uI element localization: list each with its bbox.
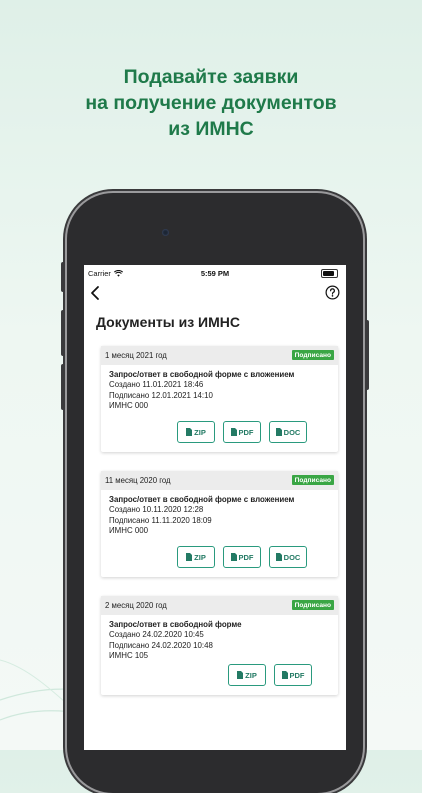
card-month: 11 месяц 2020 год	[105, 476, 171, 485]
signed-date: Подписано 24.02.2020 10:48	[109, 640, 213, 650]
doc-label: DOC	[283, 427, 301, 437]
document-title: Запрос/ответ в свободной форме	[109, 620, 242, 629]
authority: ИМНС 000	[109, 526, 148, 536]
document-title: Запрос/ответ в свободной форме с вложени…	[109, 370, 295, 379]
file-icon	[281, 671, 288, 679]
headline-line-3: из ИМНС	[168, 118, 254, 140]
phone-side-button	[61, 262, 65, 292]
file-icon	[275, 553, 282, 561]
card-month: 2 месяц 2020 год	[105, 601, 167, 610]
card-month: 1 месяц 2021 год	[105, 351, 167, 360]
back-chevron-icon[interactable]	[88, 285, 102, 301]
created-date: Создано 24.02.2020 10:45	[109, 630, 204, 640]
page-title: Документы из ИМНС	[96, 314, 241, 330]
pdf-label: PDF	[238, 427, 254, 437]
status-badge: Подписано	[291, 350, 334, 360]
status-badge: Подписано	[291, 600, 334, 610]
promo-headline: Подавайте заявки на получение документов…	[0, 64, 422, 142]
file-icon	[186, 428, 193, 436]
document-card[interactable]: 2 месяц 2020 год Подписано Запрос/ответ …	[101, 596, 338, 695]
file-icon	[230, 428, 237, 436]
status-time: 5:59 PM	[200, 269, 230, 278]
created-date: Создано 11.01.2021 18:46	[109, 380, 204, 390]
doc-button[interactable]: DOC	[269, 421, 307, 443]
help-question-icon[interactable]	[325, 285, 340, 300]
zip-label: ZIP	[194, 427, 206, 437]
document-card[interactable]: 1 месяц 2021 год Подписано Запрос/ответ …	[101, 346, 338, 452]
card-body: Запрос/ответ в свободной форме с вложени…	[101, 365, 338, 412]
file-icon	[237, 671, 244, 679]
doc-button[interactable]: DOC	[269, 546, 307, 568]
phone-side-button	[365, 320, 369, 390]
pdf-label: PDF	[289, 670, 305, 680]
pdf-button[interactable]: PDF	[223, 421, 261, 443]
file-icon	[230, 553, 237, 561]
zip-label: ZIP	[245, 670, 257, 680]
card-body: Запрос/ответ в свободной форме с вложени…	[101, 490, 338, 537]
zip-button[interactable]: ZIP	[177, 546, 215, 568]
authority: ИМНС 105	[109, 651, 148, 661]
headline-line-2: на получение документов	[85, 92, 337, 114]
zip-button[interactable]: ZIP	[228, 664, 266, 686]
signed-date: Подписано 12.01.2021 14:10	[109, 390, 213, 400]
download-buttons: ZIP PDF DOC	[177, 546, 307, 568]
nav-bar	[84, 283, 346, 305]
pdf-button[interactable]: PDF	[223, 546, 261, 568]
document-card[interactable]: 11 месяц 2020 год Подписано Запрос/ответ…	[101, 471, 338, 577]
status-bar: Carrier 5:59 PM	[84, 268, 346, 282]
battery-icon	[321, 269, 338, 278]
phone-side-button	[61, 310, 65, 356]
card-body: Запрос/ответ в свободной форме Создано 2…	[101, 615, 338, 662]
document-title: Запрос/ответ в свободной форме с вложени…	[109, 495, 295, 504]
zip-button[interactable]: ZIP	[177, 421, 215, 443]
authority: ИМНС 000	[109, 401, 148, 411]
download-buttons: ZIP PDF DOC	[177, 421, 307, 443]
headline-line-1: Подавайте заявки	[123, 66, 299, 88]
doc-label: DOC	[283, 552, 301, 562]
phone-screen: Carrier 5:59 PM Документы из ИМНС 1 меся…	[84, 265, 346, 750]
card-header: 2 месяц 2020 год Подписано	[101, 596, 338, 615]
download-buttons: ZIP PDF	[228, 664, 312, 686]
signed-date: Подписано 11.11.2020 18:09	[109, 515, 212, 525]
pdf-button[interactable]: PDF	[274, 664, 312, 686]
zip-label: ZIP	[194, 552, 206, 562]
file-icon	[275, 428, 282, 436]
card-header: 11 месяц 2020 год Подписано	[101, 471, 338, 490]
pdf-label: PDF	[238, 552, 254, 562]
phone-side-button	[61, 364, 65, 410]
file-icon	[186, 553, 193, 561]
front-camera	[162, 229, 169, 236]
card-header: 1 месяц 2021 год Подписано	[101, 346, 338, 365]
status-badge: Подписано	[291, 475, 334, 485]
created-date: Создано 10.11.2020 12:28	[109, 505, 204, 515]
